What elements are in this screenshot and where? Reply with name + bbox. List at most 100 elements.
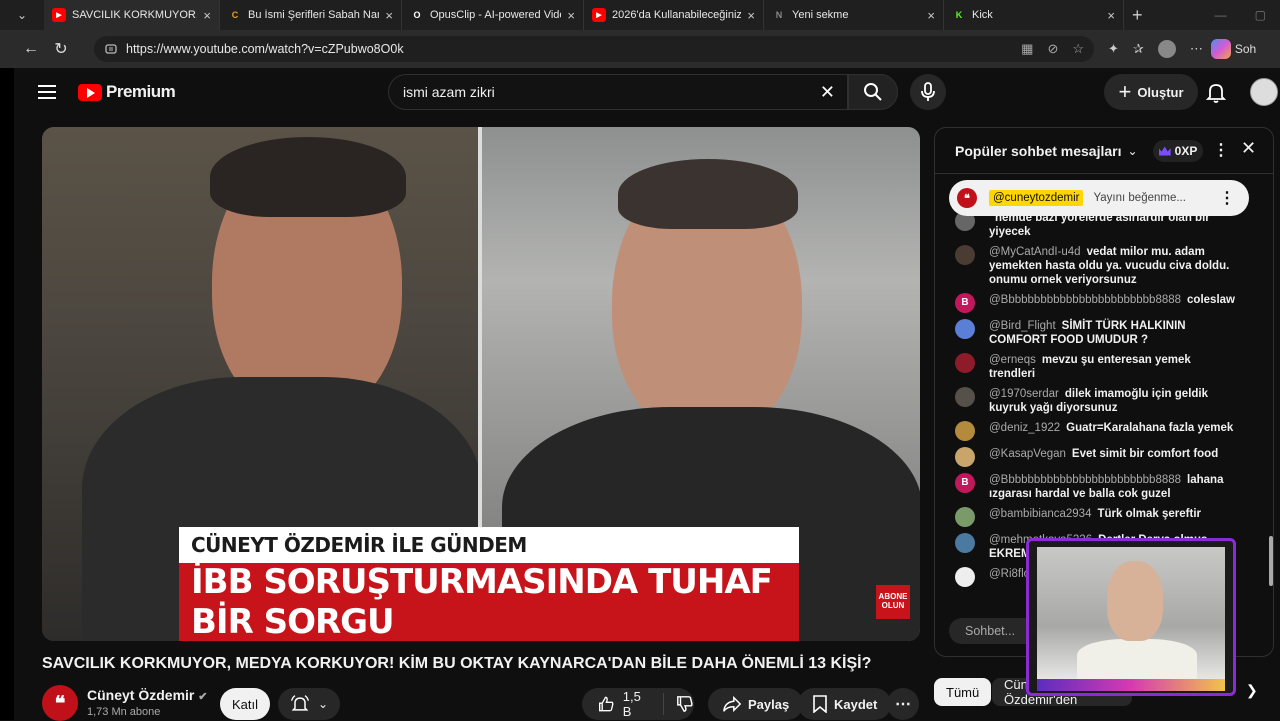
scrollbar-thumb[interactable] bbox=[1269, 536, 1273, 586]
subscription-notify-button[interactable]: ⌄ bbox=[278, 688, 340, 720]
chat-author-name[interactable]: @bambibianca2934 bbox=[989, 508, 1091, 520]
left-host-hair bbox=[210, 137, 406, 217]
chat-mode-selector[interactable]: Popüler sohbet mesajları bbox=[955, 143, 1122, 159]
channel-name[interactable]: Cüneyt Özdemir ✔ bbox=[87, 687, 207, 703]
tab-title: Yeni sekme bbox=[792, 9, 849, 21]
close-tab-icon[interactable]: × bbox=[385, 8, 393, 23]
chat-message[interactable]: @deniz_1922 Guatr=Karalahana fazla yemek bbox=[935, 418, 1265, 444]
extensions-icon[interactable]: ✦ bbox=[1108, 41, 1119, 57]
reload-icon[interactable]: ↻ bbox=[46, 39, 76, 59]
browser-tab[interactable]: ▶ SAVCILIK KORKMUYOR, M × bbox=[44, 0, 220, 30]
chat-author-name[interactable]: @deniz_1922 bbox=[989, 422, 1060, 434]
close-tab-icon[interactable]: × bbox=[927, 8, 935, 23]
tab-actions-chevron-icon[interactable]: ⌄ bbox=[0, 0, 44, 30]
xp-value: 0XP bbox=[1174, 144, 1198, 158]
search-input[interactable]: ismi azam zikri ✕ bbox=[388, 74, 848, 110]
crown-icon bbox=[1158, 146, 1171, 156]
maximize-icon[interactable]: ▢ bbox=[1255, 8, 1266, 22]
chat-message[interactable]: hemde bazı yörelerde asırlardır olan bir… bbox=[935, 214, 1265, 242]
tab-favicon-icon: ▶ bbox=[52, 8, 66, 22]
notifications-bell-icon[interactable] bbox=[1204, 80, 1228, 104]
pinned-message[interactable]: ❝ @cuneytozdemir Yayını beğenme... ⋮ bbox=[949, 180, 1249, 216]
minimize-icon[interactable]: — bbox=[1215, 8, 1227, 22]
video-title: SAVCILIK KORKMUYOR, MEDYA KORKUYOR! KİM … bbox=[42, 655, 872, 672]
chat-author-avatar bbox=[955, 421, 975, 441]
chat-message[interactable]: @bambibianca2934 Türk olmak şereftir bbox=[935, 504, 1265, 530]
chat-scrollbar[interactable] bbox=[1269, 178, 1273, 608]
chat-message[interactable]: B @Bbbbbbbbbbbbbbbbbbbbbbbb8888 lahana ızg… bbox=[935, 470, 1265, 504]
favorites-icon[interactable]: ✰ bbox=[1133, 41, 1144, 57]
chat-message[interactable]: @erneqs mevzu şu enteresan yemek trendler… bbox=[935, 350, 1265, 384]
pinned-avatar: ❝ bbox=[957, 188, 977, 208]
profile-icon[interactable] bbox=[1157, 40, 1176, 58]
close-tab-icon[interactable]: × bbox=[567, 8, 575, 23]
copilot-button[interactable]: Soh bbox=[1210, 34, 1257, 64]
chat-message[interactable]: @1970serdar dilek imamoğlu için geldik ku… bbox=[935, 384, 1265, 418]
chat-author-name[interactable]: @Bird_Flight bbox=[989, 320, 1056, 332]
share-button[interactable]: Paylaş bbox=[708, 688, 804, 720]
close-tab-icon[interactable]: × bbox=[203, 8, 211, 23]
chat-message[interactable]: @Bird_Flight SİMİT TÜRK HALKININ COMFORT … bbox=[935, 316, 1265, 350]
chat-message[interactable]: @KasapVegan Evet simit bir comfort food bbox=[935, 444, 1265, 470]
youtube-premium-logo[interactable]: Premium bbox=[78, 82, 176, 102]
chat-message[interactable]: @MyCatAndI-u4d vedat milor mu. adam yemek… bbox=[935, 242, 1265, 290]
like-dislike-group: 1,5 B bbox=[582, 688, 694, 720]
new-tab-button[interactable]: + bbox=[1124, 0, 1151, 30]
browser-tab-bar: ⌄ ▶ SAVCILIK KORKMUYOR, M × C Bu İsmi Şerifl… bbox=[0, 0, 1280, 30]
chat-message[interactable]: B @Bbbbbbbbbbbbbbbbbbbbbbbb8888 coleslaw bbox=[935, 290, 1265, 316]
browser-tab[interactable]: C Bu İsmi Şerifleri Sabah Namaz × bbox=[220, 0, 402, 30]
chat-author-avatar bbox=[955, 353, 975, 373]
bell-ring-icon bbox=[290, 695, 309, 711]
browser-tab[interactable]: K Kick × bbox=[944, 0, 1124, 30]
user-avatar[interactable] bbox=[1250, 78, 1278, 106]
create-button[interactable]: + Oluştur bbox=[1104, 74, 1198, 110]
webcam-feed bbox=[1037, 547, 1225, 679]
site-info-icon[interactable] bbox=[104, 42, 118, 56]
chat-author-name[interactable]: @Bbbbbbbbbbbbbbbbbbbbbbbb8888 bbox=[989, 294, 1181, 306]
url-field[interactable]: https://www.youtube.com/watch?v=cZPubwo8… bbox=[94, 36, 1094, 62]
tracking-prevention-icon[interactable]: ⊘ bbox=[1047, 41, 1058, 57]
tab-title: OpusClip - AI-powered Video bbox=[430, 9, 562, 21]
browser-tab[interactable]: O OpusClip - AI-powered Video × bbox=[402, 0, 584, 30]
chip-all[interactable]: Tümü bbox=[934, 678, 992, 706]
video-player[interactable]: CÜNEYT ÖZDEMİR İLE GÜNDEM İBB SORUŞTURMA… bbox=[42, 127, 920, 641]
chat-author-avatar: B bbox=[955, 473, 975, 493]
more-actions-icon[interactable]: ⋯ bbox=[887, 688, 919, 720]
xp-badge[interactable]: 0XP bbox=[1153, 140, 1203, 162]
browser-menu-icon[interactable]: ⋯ bbox=[1190, 41, 1203, 57]
apps-grid-icon[interactable]: ▦ bbox=[1021, 41, 1033, 57]
clear-search-icon[interactable]: ✕ bbox=[820, 82, 835, 103]
hamburger-menu-icon[interactable] bbox=[38, 85, 56, 99]
close-tab-icon[interactable]: × bbox=[1107, 8, 1115, 23]
save-label: Kaydet bbox=[834, 696, 878, 712]
join-button[interactable]: Katıl bbox=[220, 688, 270, 720]
chat-author-name[interactable]: @1970serdar bbox=[989, 388, 1059, 400]
search-button[interactable] bbox=[848, 74, 898, 110]
chat-author-name[interactable]: @MyCatAndI-u4d bbox=[989, 246, 1081, 258]
chat-author-avatar bbox=[955, 567, 975, 587]
chat-author-name[interactable]: @erneqs bbox=[989, 354, 1036, 366]
voice-search-button[interactable] bbox=[910, 74, 946, 110]
tab-favicon-icon: ▶ bbox=[592, 8, 606, 22]
browser-tab[interactable]: N Yeni sekme × bbox=[764, 0, 944, 30]
channel-avatar[interactable]: ❝ bbox=[42, 685, 78, 721]
chevron-right-icon[interactable]: ❯ bbox=[1246, 682, 1258, 699]
dislike-button[interactable] bbox=[664, 695, 694, 713]
back-arrow-icon[interactable]: ← bbox=[16, 40, 46, 58]
chat-author-name[interactable]: @Bbbbbbbbbbbbbbbbbbbbbbbb8888 bbox=[989, 474, 1181, 486]
chat-message-body: @1970serdar dilek imamoğlu için geldik ku… bbox=[989, 387, 1239, 415]
save-button[interactable]: Kaydet bbox=[798, 688, 892, 720]
tab-title: Kick bbox=[972, 9, 993, 21]
chat-options-icon[interactable]: ⋮ bbox=[1213, 140, 1229, 160]
chat-author-name[interactable]: @KasapVegan bbox=[989, 448, 1066, 460]
share-arrow-icon bbox=[723, 695, 742, 713]
browser-tab[interactable]: ▶ 2026'da Kullanabileceğiniz En × bbox=[584, 0, 764, 30]
close-chat-icon[interactable]: ✕ bbox=[1241, 138, 1256, 159]
like-button[interactable]: 1,5 B bbox=[582, 689, 664, 719]
search-icon bbox=[864, 83, 882, 101]
chat-author-name[interactable]: @Ri8flo bbox=[989, 568, 1030, 580]
favorite-star-icon[interactable]: ☆ bbox=[1072, 41, 1084, 57]
pinned-options-icon[interactable]: ⋮ bbox=[1219, 188, 1235, 208]
close-tab-icon[interactable]: × bbox=[747, 8, 755, 23]
chevron-down-icon[interactable]: ⌄ bbox=[1128, 144, 1138, 158]
